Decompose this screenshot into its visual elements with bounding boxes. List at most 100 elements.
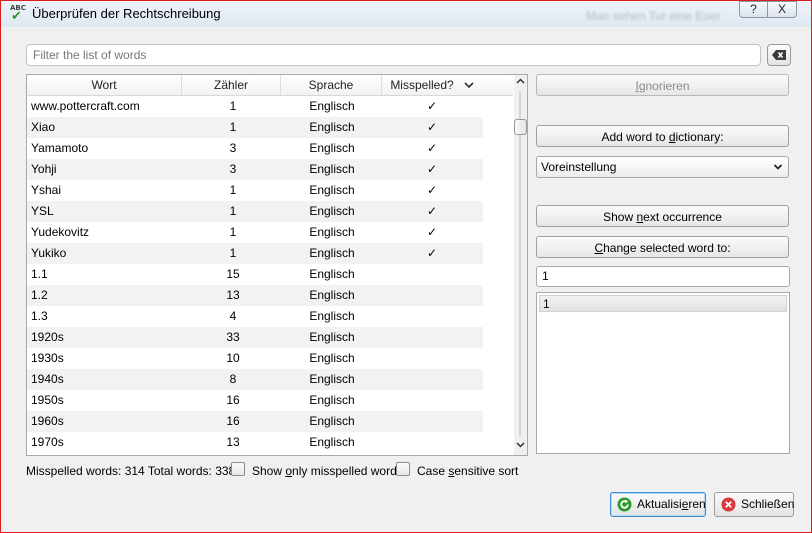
cell-language: Englisch xyxy=(309,141,355,155)
suggestions-list[interactable]: 1 xyxy=(536,292,790,454)
title-bar[interactable]: ABC ✔ Überprüfen der Rechtschreibung Man … xyxy=(1,1,811,27)
cell-misspelled: ✓ xyxy=(426,204,438,218)
only-misspelled-checkbox[interactable] xyxy=(231,462,245,476)
scroll-track[interactable] xyxy=(519,91,521,437)
cell-word: 1920s xyxy=(31,330,64,344)
scroll-up-icon[interactable] xyxy=(514,75,527,89)
help-button[interactable]: ? xyxy=(739,1,768,18)
table-row[interactable]: www.pottercraft.com 1 Englisch ✓ xyxy=(27,96,483,117)
cell-count: 1 xyxy=(229,120,237,134)
window-close-button[interactable]: X xyxy=(767,1,797,18)
cell-language: Englisch xyxy=(309,393,355,407)
replacement-word-input[interactable]: 1 xyxy=(536,266,790,287)
cell-language: Englisch xyxy=(309,120,355,134)
clear-filter-button[interactable] xyxy=(767,44,791,66)
cell-count: 10 xyxy=(226,351,240,365)
cell-word: 1940s xyxy=(31,372,64,386)
refresh-button[interactable]: Aktualisieren xyxy=(610,492,706,517)
table-row[interactable]: Yukiko 1 Englisch ✓ xyxy=(27,243,483,264)
cell-language: Englisch xyxy=(309,414,355,428)
cell-word: 1960s xyxy=(31,414,64,428)
background-window-text: Man sehen Tur eine Euer xyxy=(586,9,721,23)
cell-word: Yukiko xyxy=(31,246,67,260)
cell-count: 13 xyxy=(226,435,240,449)
cell-language: Englisch xyxy=(309,267,355,281)
cell-word: 1.1 xyxy=(31,267,48,281)
cell-language: Englisch xyxy=(309,435,355,449)
cell-word: 1930s xyxy=(31,351,64,365)
cell-count: 1 xyxy=(229,204,237,218)
word-count-status: Misspelled words: 314 Total words: 3386 xyxy=(26,464,242,478)
cell-misspelled: ✓ xyxy=(426,225,438,239)
table-row[interactable]: 1950s 16 Englisch xyxy=(27,390,483,411)
cell-language: Englisch xyxy=(309,351,355,365)
cell-count: 3 xyxy=(229,162,237,176)
window-title: Überprüfen der Rechtschreibung xyxy=(32,6,221,21)
table-row[interactable]: Yudekovitz 1 Englisch ✓ xyxy=(27,222,483,243)
cell-language: Englisch xyxy=(309,246,355,260)
table-scrollbar[interactable] xyxy=(514,75,527,455)
table-row[interactable]: 1.1 15 Englisch xyxy=(27,264,483,285)
close-button[interactable]: Schließen xyxy=(714,492,794,517)
table-row[interactable]: Yamamoto 3 Englisch ✓ xyxy=(27,138,483,159)
show-next-occurrence-button[interactable]: Show next occurrence xyxy=(536,205,789,227)
cell-language: Englisch xyxy=(309,204,355,218)
spellcheck-dialog: ABC ✔ Überprüfen der Rechtschreibung Man … xyxy=(0,0,812,533)
table-row[interactable]: 1920s 33 Englisch xyxy=(27,327,483,348)
cell-language: Englisch xyxy=(309,162,355,176)
dictionary-select[interactable]: Voreinstellung xyxy=(536,156,789,178)
table-row[interactable]: 1.2 13 Englisch xyxy=(27,285,483,306)
cell-count: 4 xyxy=(229,309,237,323)
cell-word: Xiao xyxy=(31,120,56,134)
spellcheck-app-icon: ABC ✔ xyxy=(10,4,26,24)
table-row[interactable]: 1960s 16 Englisch xyxy=(27,411,483,432)
only-misspelled-label[interactable]: Show only misspelled words xyxy=(252,464,403,478)
cell-word: Yamamoto xyxy=(31,141,89,155)
cell-count: 33 xyxy=(226,330,240,344)
cell-word: 1.2 xyxy=(31,288,48,302)
word-table: Wort Zähler Sprache Misspelled? www.pott… xyxy=(26,74,528,456)
table-row[interactable]: YSL 1 Englisch ✓ xyxy=(27,201,483,222)
cell-misspelled: ✓ xyxy=(426,141,438,155)
cell-word: Yohji xyxy=(31,162,57,176)
filter-field[interactable] xyxy=(26,44,761,66)
cell-word: Yudekovitz xyxy=(31,225,90,239)
case-sensitive-checkbox[interactable] xyxy=(396,462,410,476)
column-header-word[interactable]: Wort xyxy=(27,75,182,95)
table-row[interactable]: 1940s 8 Englisch xyxy=(27,369,483,390)
table-row[interactable]: 1.3 4 Englisch xyxy=(27,306,483,327)
table-row[interactable]: 1930s 10 Englisch xyxy=(27,348,483,369)
table-row[interactable]: Yshai 1 Englisch ✓ xyxy=(27,180,483,201)
table-row[interactable]: Yohji 3 Englisch ✓ xyxy=(27,159,483,180)
cell-language: Englisch xyxy=(309,372,355,386)
cell-language: Englisch xyxy=(309,330,355,344)
table-header: Wort Zähler Sprache Misspelled? xyxy=(27,75,513,96)
cell-count: 1 xyxy=(229,183,237,197)
cell-misspelled: ✓ xyxy=(426,246,438,260)
cell-word: 1950s xyxy=(31,393,64,407)
table-body: www.pottercraft.com 1 Englisch ✓ Xiao 1 Englis… xyxy=(27,96,483,453)
scroll-down-icon[interactable] xyxy=(514,439,527,453)
column-header-language[interactable]: Sprache xyxy=(281,75,382,95)
add-to-dictionary-button[interactable]: Add word to dictionary: xyxy=(536,125,789,147)
cell-language: Englisch xyxy=(309,99,355,113)
table-row[interactable]: Xiao 1 Englisch ✓ xyxy=(27,117,483,138)
filter-input[interactable] xyxy=(27,45,739,65)
column-header-count[interactable]: Zähler xyxy=(182,75,281,95)
cell-count: 1 xyxy=(229,225,237,239)
cell-word: Yshai xyxy=(31,183,62,197)
sort-indicator-icon xyxy=(464,78,474,94)
scroll-thumb[interactable] xyxy=(514,119,527,135)
case-sensitive-label[interactable]: Case sensitive sort xyxy=(417,464,518,478)
column-header-misspelled[interactable]: Misspelled? xyxy=(382,75,462,95)
cell-word: www.pottercraft.com xyxy=(31,99,140,113)
cell-count: 8 xyxy=(229,372,237,386)
close-icon xyxy=(721,497,736,512)
change-word-button[interactable]: Change selected word to: xyxy=(536,236,789,258)
suggestion-item[interactable]: 1 xyxy=(539,295,787,312)
ignore-button[interactable]: Ignorieren xyxy=(536,74,789,96)
cell-misspelled: ✓ xyxy=(426,99,438,113)
table-row[interactable]: 1970s 13 Englisch xyxy=(27,432,483,453)
backspace-icon xyxy=(772,50,786,60)
chevron-down-icon xyxy=(773,157,783,185)
